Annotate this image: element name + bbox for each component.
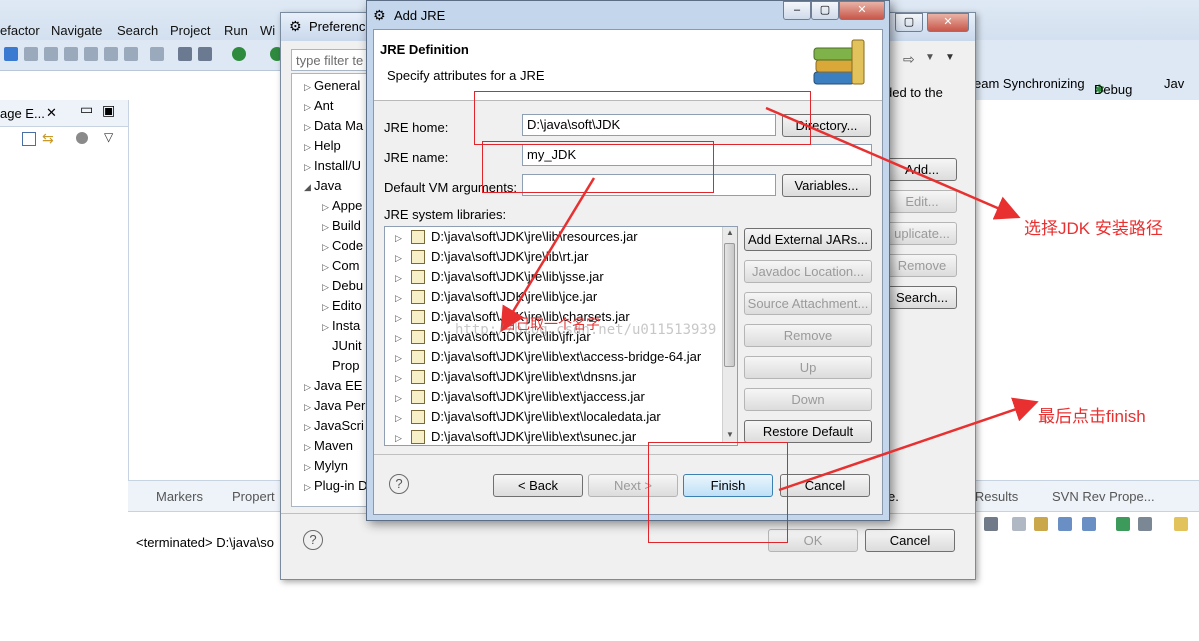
arrow-to-name-note: [500, 177, 596, 333]
arrow-to-finish-note: [778, 397, 1039, 492]
watermark: http://blog.csdn.net/u011513939: [455, 322, 717, 338]
arrow-to-path-note: [765, 106, 1021, 220]
select-path-note: 选择JDK 安装路径: [1024, 219, 1163, 238]
click-finish-note: 最后点击finish: [1038, 407, 1146, 426]
